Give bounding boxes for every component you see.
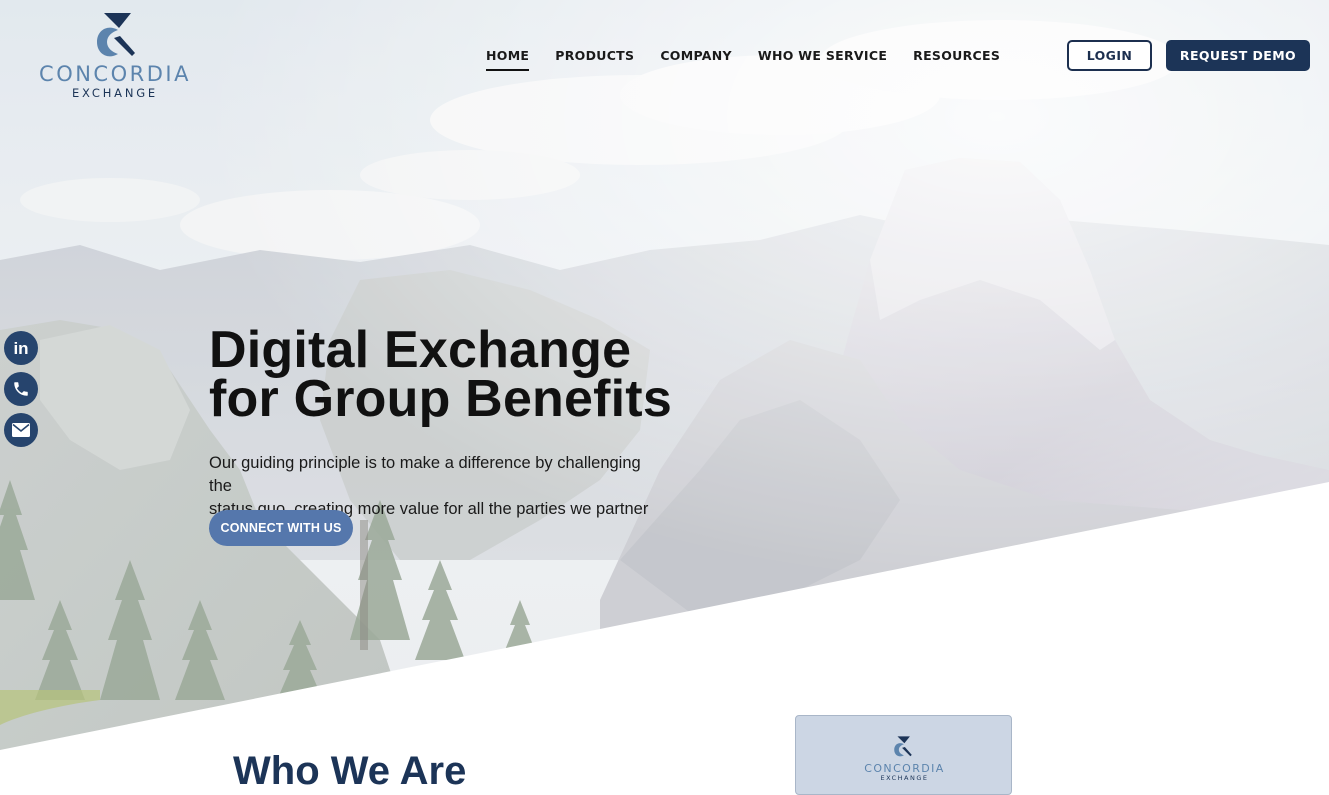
hero-section: CONCORDIA EXCHANGE HOME PRODUCTS COMPANY… [0,0,1329,778]
logo-subtitle: EXCHANGE [71,86,159,100]
hero-headline-line-2: for Group Benefits [209,370,672,428]
request-demo-button[interactable]: REQUEST DEMO [1166,40,1310,71]
concordia-card-logo-icon [894,736,912,757]
concordia-logo[interactable]: CONCORDIA EXCHANGE [30,10,200,102]
hero-subtext-line-1: Our guiding principle is to make a diffe… [209,454,641,495]
nav-item-products[interactable]: PRODUCTS [555,48,634,71]
who-we-are-heading: Who We Are [233,749,467,793]
connect-with-us-button[interactable]: CONNECT WITH US [209,510,353,546]
card-logo-subtitle: EXCHANGE [880,774,929,782]
nav-item-home[interactable]: HOME [486,48,530,71]
nav-item-who-we-service[interactable]: WHO WE SERVICE [758,48,887,71]
hero-headline: Digital Exchange for Group Benefits [209,321,672,428]
mail-icon [12,423,30,437]
nav-item-resources[interactable]: RESOURCES [913,48,1000,71]
main-nav: HOME PRODUCTS COMPANY WHO WE SERVICE RES… [486,48,1026,71]
linkedin-icon: in [13,338,29,358]
logo-wordmark: CONCORDIA [39,62,191,86]
login-button[interactable]: LOGIN [1067,40,1152,71]
concordia-logo-mark-icon [97,13,135,57]
phone-button[interactable] [4,372,38,406]
phone-icon [14,382,28,396]
linkedin-button[interactable]: in [4,331,38,365]
hero-headline-line-1: Digital Exchange [209,321,632,379]
email-button[interactable] [4,413,38,447]
logo-card: CONCORDIA EXCHANGE [795,715,1012,795]
nav-item-company[interactable]: COMPANY [660,48,732,71]
